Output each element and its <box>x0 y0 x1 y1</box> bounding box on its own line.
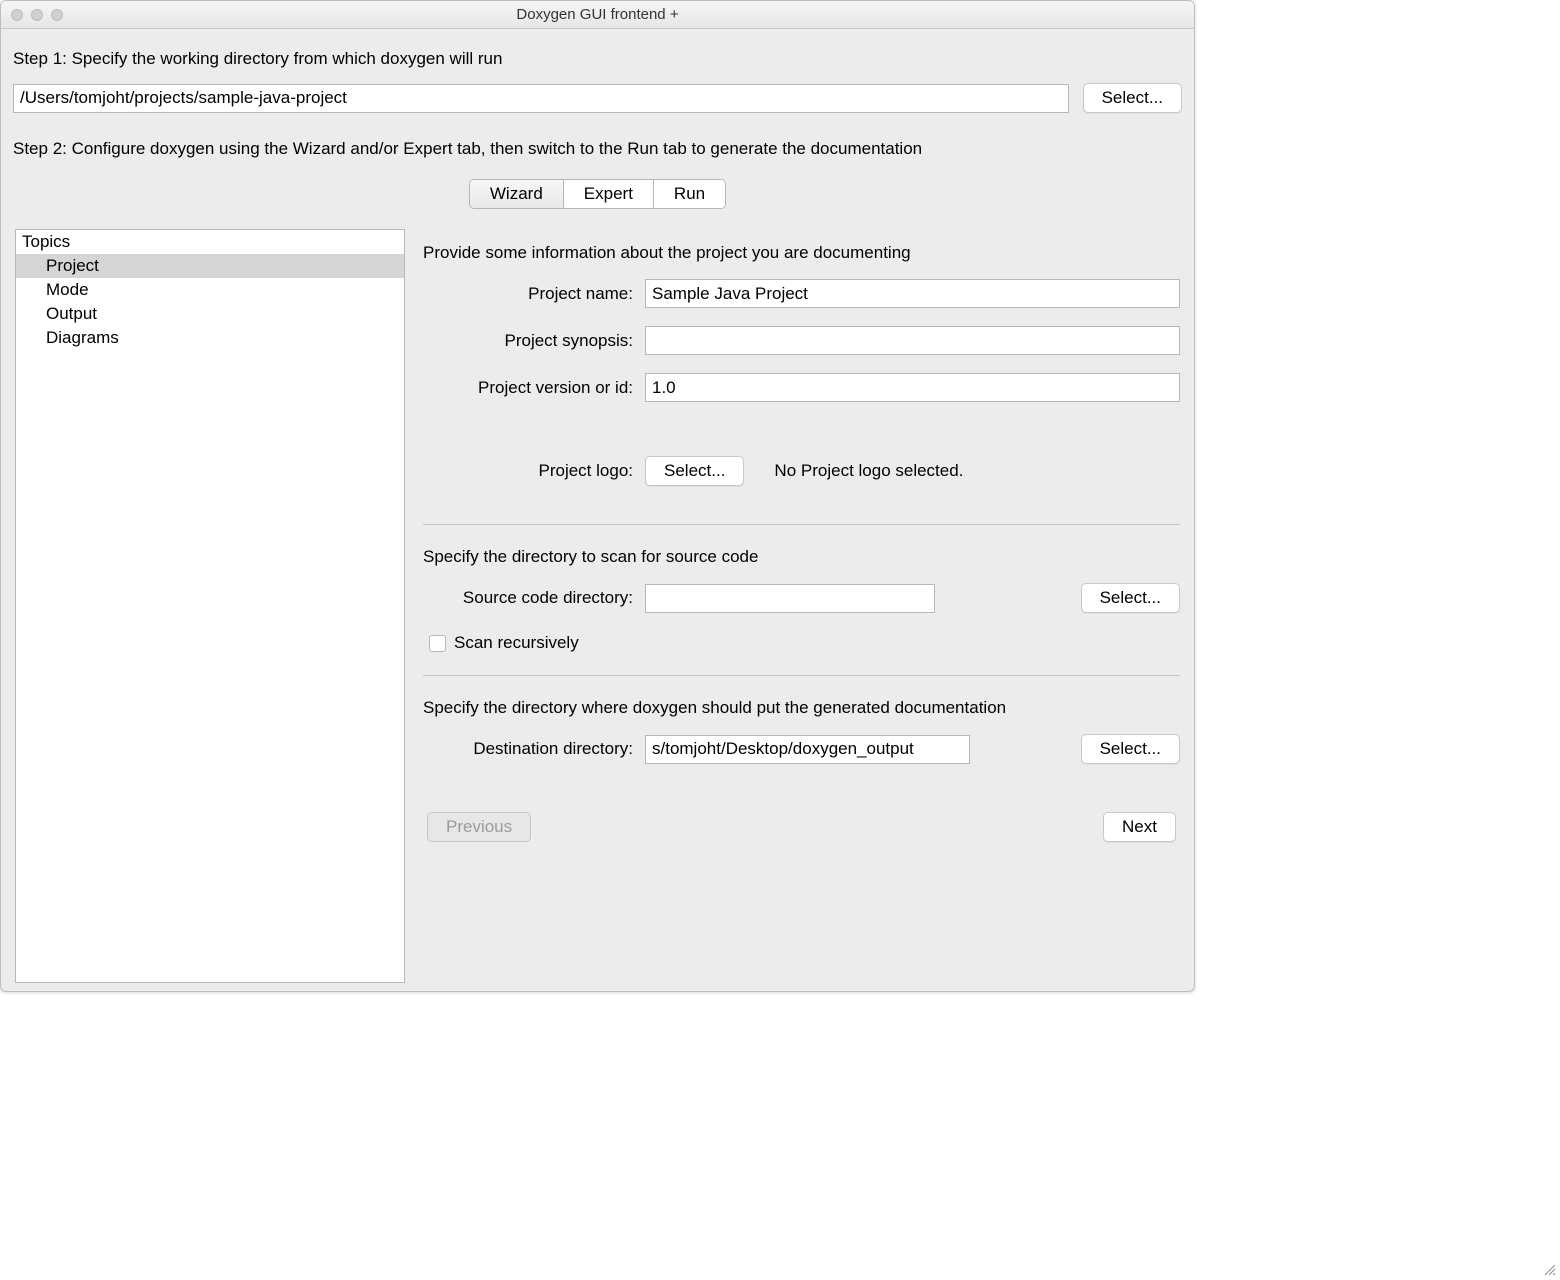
dest-section-label: Specify the directory where doxygen shou… <box>423 698 1180 718</box>
project-logo-status: No Project logo selected. <box>774 461 963 481</box>
titlebar: Doxygen GUI frontend + <box>1 1 1194 29</box>
dest-dir-row: Destination directory: Select... <box>423 734 1180 764</box>
scan-recursively-checkbox[interactable] <box>429 635 446 652</box>
wizard-intro: Provide some information about the proje… <box>423 243 1180 263</box>
window-title: Doxygen GUI frontend + <box>1 6 1194 23</box>
working-dir-select-button[interactable]: Select... <box>1083 83 1182 113</box>
topics-item-project[interactable]: Project <box>16 254 404 278</box>
dest-dir-label: Destination directory: <box>423 739 633 759</box>
source-dir-input[interactable] <box>645 584 935 613</box>
divider-1 <box>423 524 1180 525</box>
topics-item-output[interactable]: Output <box>16 302 404 326</box>
project-version-input[interactable] <box>645 373 1180 402</box>
tab-wizard[interactable]: Wizard <box>470 180 564 208</box>
tab-run[interactable]: Run <box>654 180 725 208</box>
next-button[interactable]: Next <box>1103 812 1176 842</box>
source-dir-select-button[interactable]: Select... <box>1081 583 1180 613</box>
project-synopsis-label: Project synopsis: <box>423 331 633 351</box>
scan-recursively-row: Scan recursively <box>429 633 1180 653</box>
dest-dir-input[interactable] <box>645 735 970 764</box>
app-window: Doxygen GUI frontend + Step 1: Specify t… <box>0 0 1195 992</box>
step2-label: Step 2: Configure doxygen using the Wiza… <box>13 139 1182 159</box>
project-logo-select-button[interactable]: Select... <box>645 456 744 486</box>
zoom-icon[interactable] <box>51 9 63 21</box>
topics-list: Project Mode Output Diagrams <box>16 254 404 982</box>
project-version-row: Project version or id: <box>423 373 1180 402</box>
source-dir-label: Source code directory: <box>423 588 633 608</box>
topics-panel: Topics Project Mode Output Diagrams <box>15 229 405 983</box>
project-name-label: Project name: <box>423 284 633 304</box>
panel-area: Topics Project Mode Output Diagrams Prov… <box>13 219 1182 985</box>
working-dir-row: Select... <box>13 83 1182 113</box>
project-version-label: Project version or id: <box>423 378 633 398</box>
source-dir-row: Source code directory: Select... <box>423 583 1180 613</box>
tab-bar: Wizard Expert Run <box>13 179 1182 209</box>
segmented-tabs: Wizard Expert Run <box>469 179 726 209</box>
source-section-label: Specify the directory to scan for source… <box>423 547 1180 567</box>
step1-label: Step 1: Specify the working directory fr… <box>13 49 1182 69</box>
topics-item-mode[interactable]: Mode <box>16 278 404 302</box>
wizard-nav-buttons: Previous Next <box>423 812 1180 846</box>
wizard-panel: Provide some information about the proje… <box>423 229 1180 983</box>
close-icon[interactable] <box>11 9 23 21</box>
minimize-icon[interactable] <box>31 9 43 21</box>
previous-button[interactable]: Previous <box>427 812 531 842</box>
topics-header: Topics <box>16 230 404 254</box>
working-dir-input[interactable] <box>13 84 1069 113</box>
project-synopsis-row: Project synopsis: <box>423 326 1180 355</box>
tab-expert[interactable]: Expert <box>564 180 654 208</box>
project-synopsis-input[interactable] <box>645 326 1180 355</box>
project-name-row: Project name: <box>423 279 1180 308</box>
window-controls <box>1 9 63 21</box>
dest-dir-select-button[interactable]: Select... <box>1081 734 1180 764</box>
scan-recursively-label: Scan recursively <box>454 633 579 653</box>
topics-item-diagrams[interactable]: Diagrams <box>16 326 404 350</box>
project-logo-label: Project logo: <box>423 461 633 481</box>
divider-2 <box>423 675 1180 676</box>
project-logo-row: Project logo: Select... No Project logo … <box>423 456 1180 486</box>
project-name-input[interactable] <box>645 279 1180 308</box>
content-area: Step 1: Specify the working directory fr… <box>1 29 1194 991</box>
